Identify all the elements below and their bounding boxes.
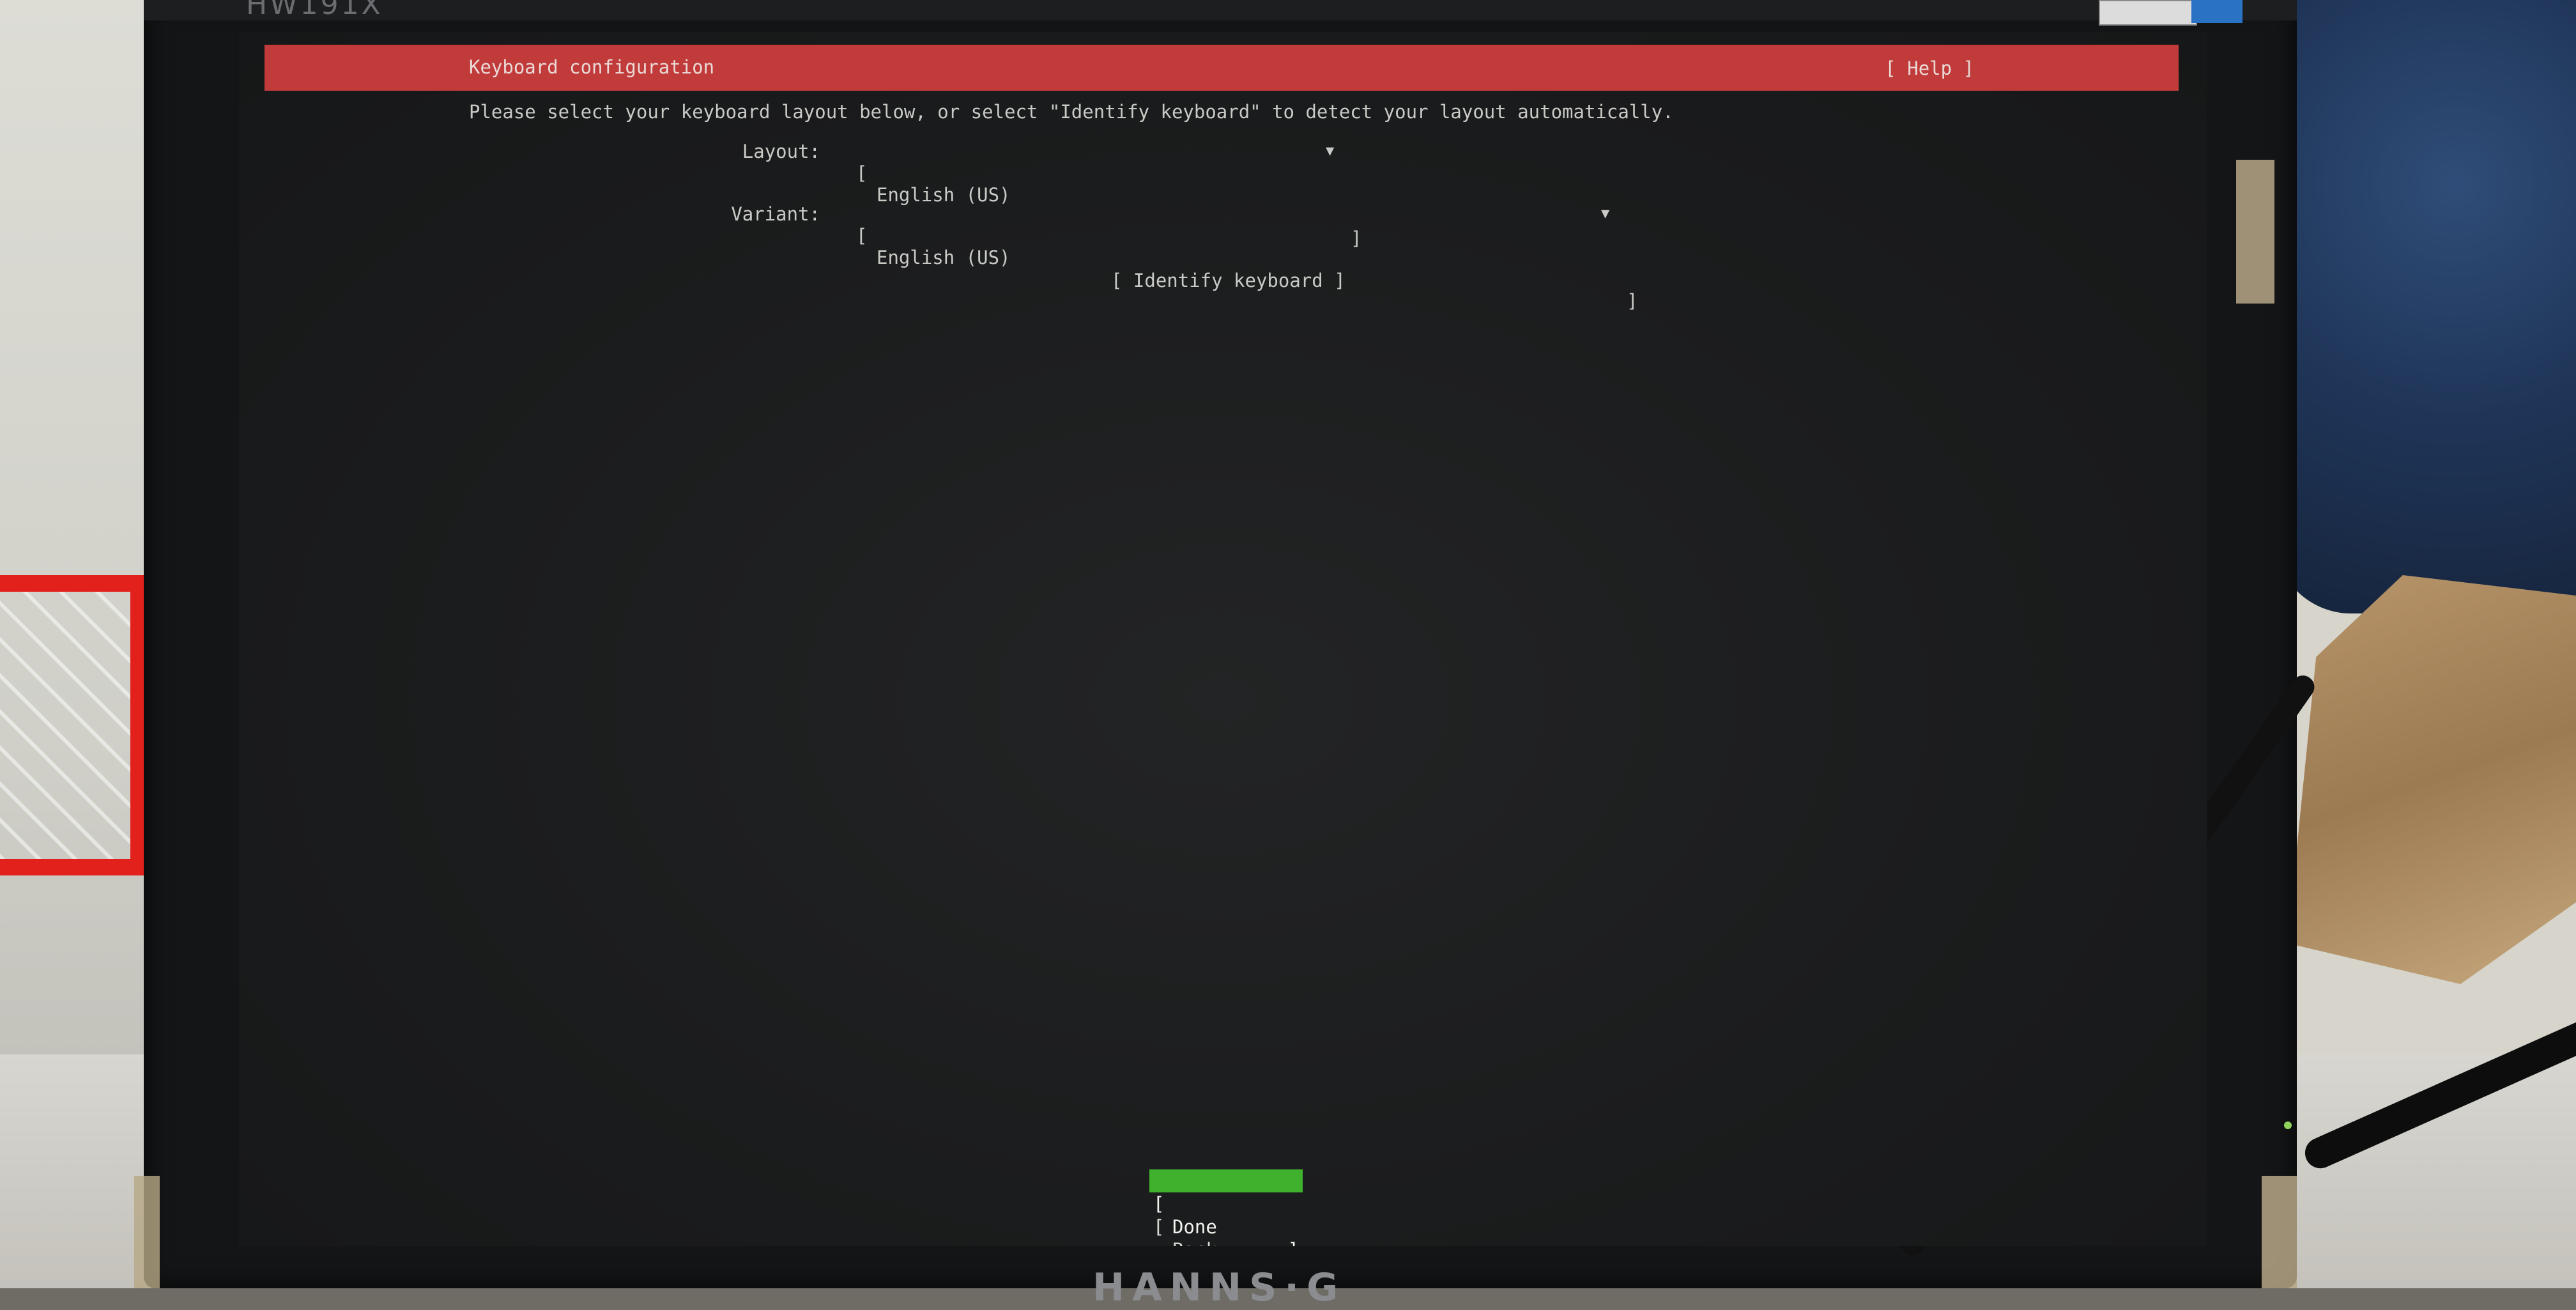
done-bracket-close: ] xyxy=(1288,1238,1299,1246)
identify-keyboard-button[interactable]: [ Identify keyboard ] xyxy=(1111,270,1346,291)
masking-tape-bottom-right xyxy=(2262,1176,2297,1288)
instructions-text: Please select your keyboard layout below… xyxy=(469,101,1674,123)
title-bar: Keyboard configuration [ Help ] xyxy=(264,45,2179,91)
back-bracket-open: [ xyxy=(1153,1216,1165,1238)
monitor-brand-logo: HANNS·G xyxy=(1092,1265,1346,1310)
person-in-blue-shirt xyxy=(2274,0,2576,613)
chevron-down-icon: ▼ xyxy=(1601,206,1610,222)
variant-value: English (US) xyxy=(877,247,1011,268)
variant-select[interactable]: [ English (US) ▼ ] xyxy=(856,203,1637,312)
back-label: Back xyxy=(1172,1238,1217,1246)
masking-tape-bottom-left xyxy=(134,1176,160,1288)
variant-label: Variant: xyxy=(731,203,820,225)
layout-bracket-open: [ xyxy=(856,162,868,184)
layout-bracket-close: ] xyxy=(1351,227,1362,249)
power-led-icon xyxy=(2284,1121,2292,1129)
variant-bracket-open: [ xyxy=(856,225,868,247)
layout-label: Layout: xyxy=(742,141,820,162)
help-button[interactable]: [ Help ] xyxy=(1885,58,1974,79)
layout-select[interactable]: [ English (US) ▼ ] xyxy=(856,141,1463,249)
back-button[interactable]: [ Back ] xyxy=(1149,1192,1303,1246)
red-crate xyxy=(0,575,147,875)
masking-tape-right xyxy=(2236,160,2274,304)
monitor-model-label: HW191X xyxy=(246,0,383,21)
bezel-sticker xyxy=(2099,0,2197,26)
page-title: Keyboard configuration xyxy=(469,56,715,78)
installer-screen: Keyboard configuration [ Help ] Please s… xyxy=(239,32,2207,1246)
done-button[interactable]: [ Done ] xyxy=(1149,1169,1303,1246)
variant-bracket-close: ] xyxy=(1627,290,1638,312)
layout-row: Layout: [ English (US) ▼ ] xyxy=(239,141,2207,249)
chevron-down-icon: ▼ xyxy=(1326,143,1335,159)
energy-star-sticker xyxy=(2191,0,2242,23)
variant-row: Variant: [ English (US) ▼ ] xyxy=(239,203,2207,312)
layout-value: English (US) xyxy=(877,184,1011,206)
bezel-top xyxy=(144,0,2297,20)
